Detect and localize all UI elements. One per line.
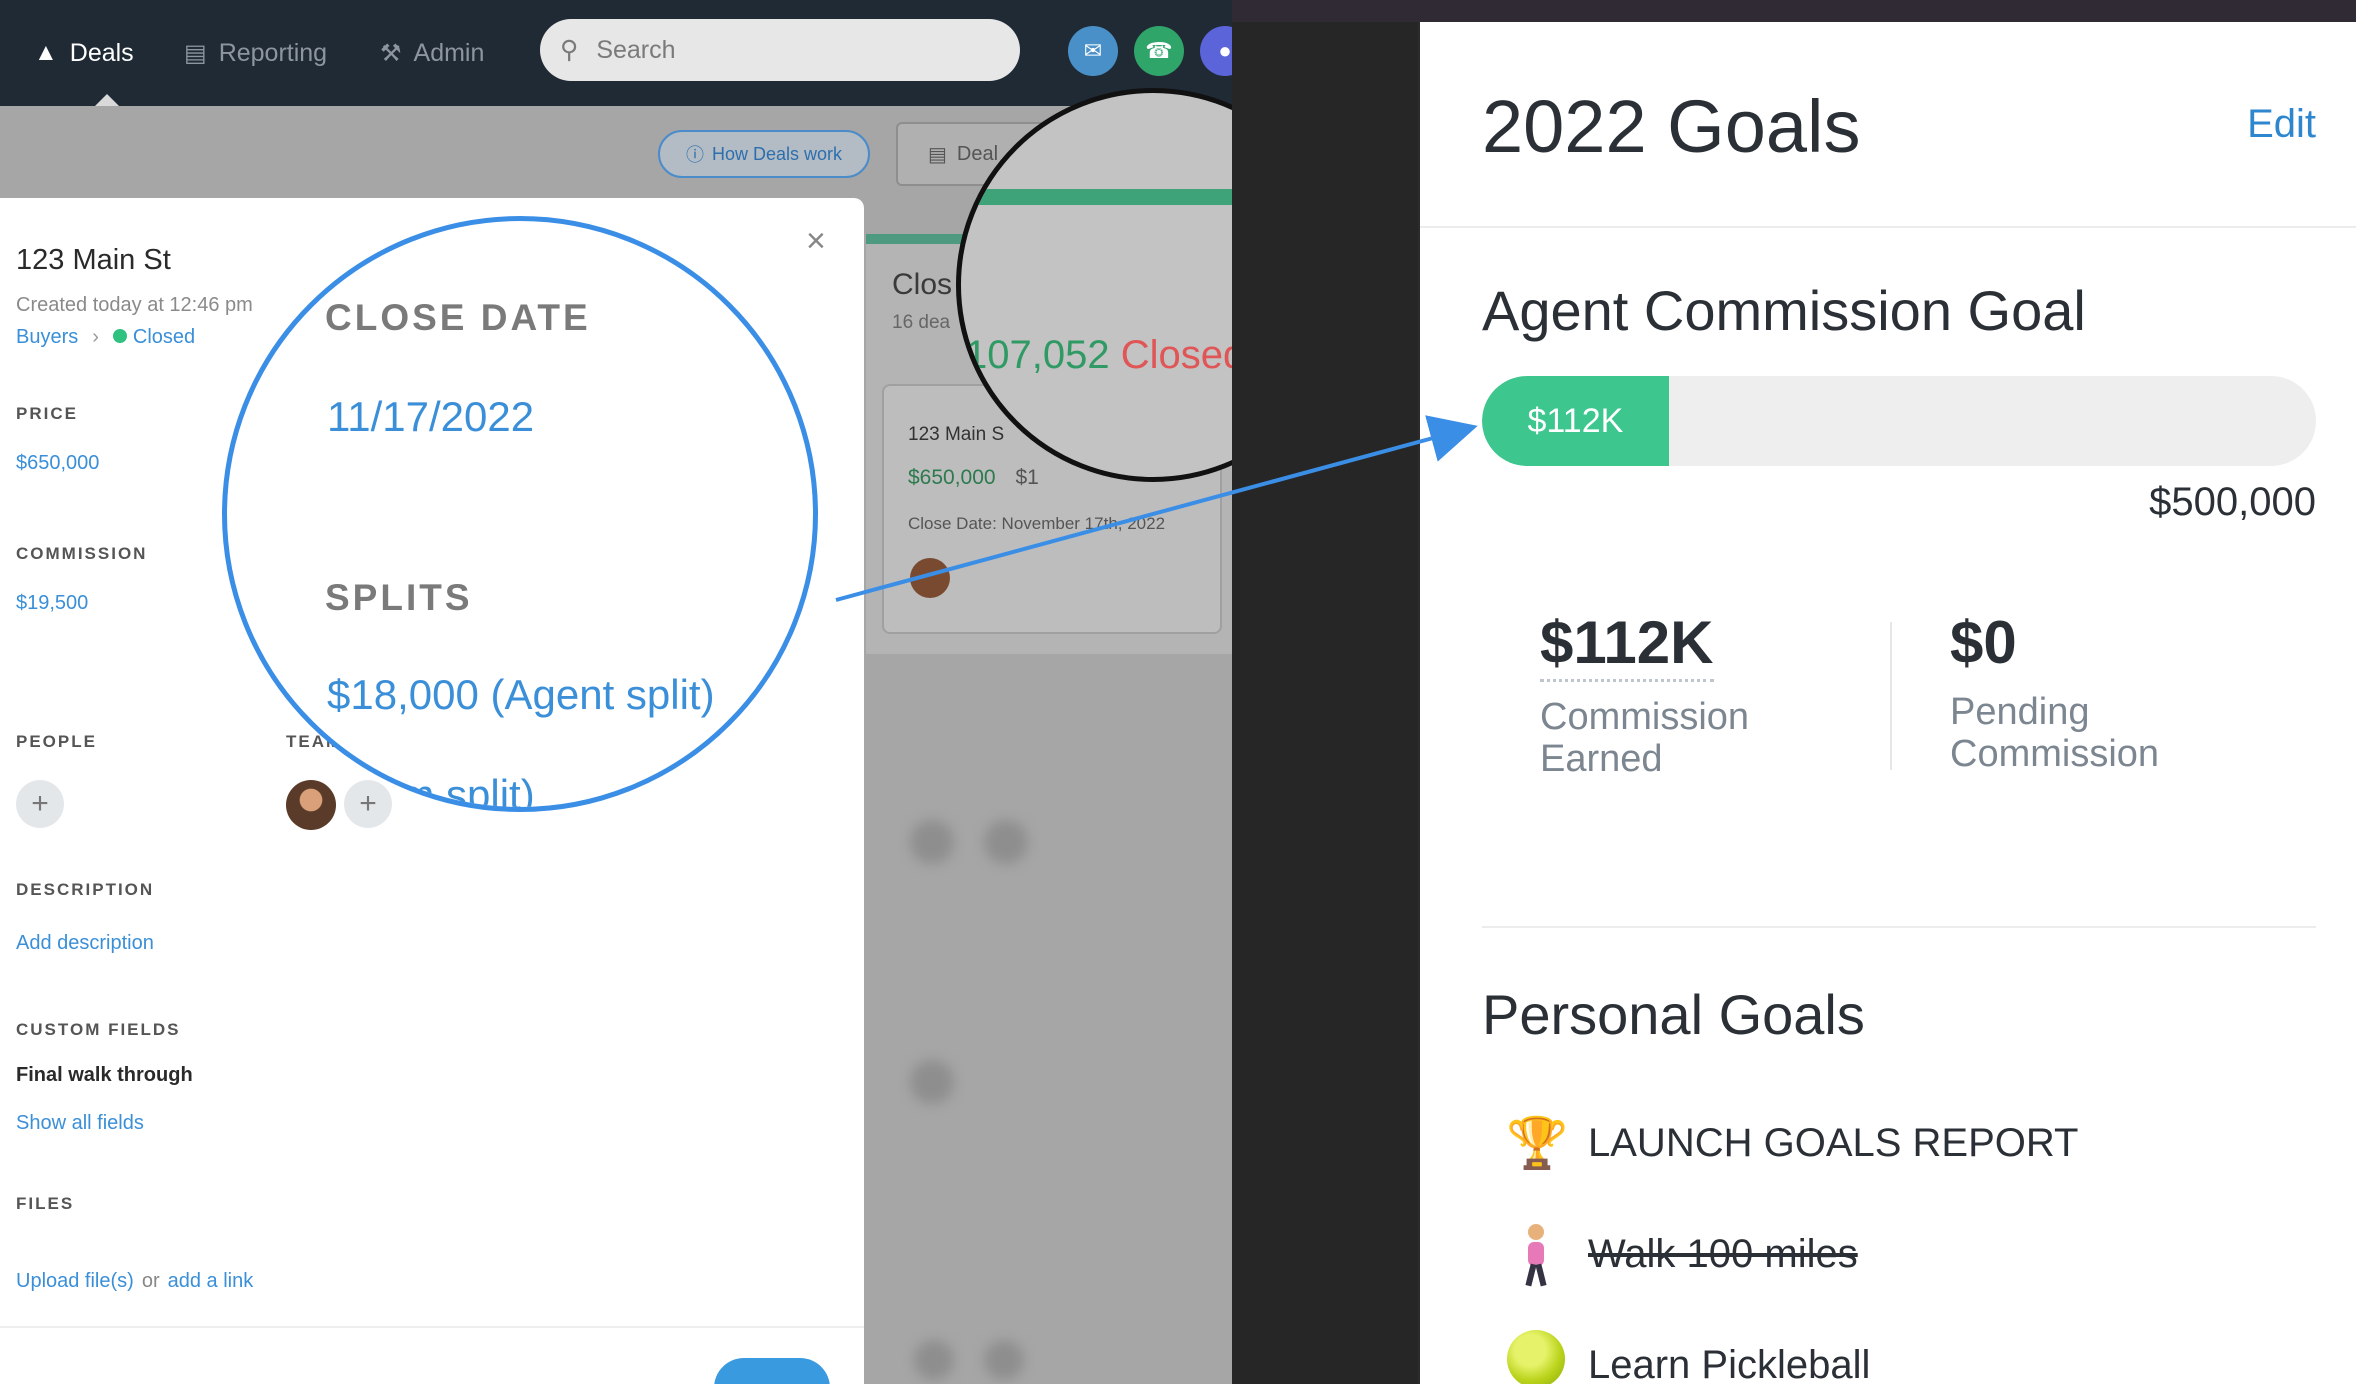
goal-label: LAUNCH GOALS REPORT — [1588, 1121, 2079, 1165]
price-label: PRICE — [16, 404, 78, 423]
search-input[interactable]: ⚲ Search — [540, 19, 1020, 81]
mail-icon[interactable]: ✉ — [1068, 26, 1118, 76]
deals-report-label: Deal — [956, 142, 999, 165]
tennis-ball-icon — [1506, 1330, 1566, 1384]
divider — [1482, 926, 2316, 928]
stage-link[interactable]: Closed — [112, 326, 195, 349]
column-count: 16 dea — [892, 312, 951, 333]
goal-label: Walk 100 miles — [1588, 1231, 1858, 1276]
blurred-avatar — [914, 1340, 954, 1380]
nav-deals[interactable]: ▲ Deals — [34, 0, 134, 106]
commission-progress-bar: $112K — [1482, 376, 2316, 466]
divider — [1420, 226, 2356, 228]
blurred-avatar — [984, 820, 1028, 864]
avatar — [910, 558, 950, 598]
deal-title: 123 Main St — [16, 244, 171, 276]
closed-amount: 107,052 — [965, 333, 1110, 377]
goal-amount: $500,000 — [2149, 480, 2316, 524]
close-icon[interactable]: × — [806, 222, 826, 261]
how-deals-work-button[interactable]: ⓘ How Deals work — [658, 130, 870, 178]
blurred-avatar — [910, 1060, 954, 1104]
how-deals-work-label: How Deals work — [711, 143, 843, 164]
chart-icon: ▤ — [928, 143, 947, 166]
card-split: $1 — [1015, 466, 1039, 489]
chart-icon: ▤ — [184, 39, 207, 67]
close-date-value: 11/17/2022 — [327, 393, 535, 440]
show-all-fields-link[interactable]: Show all fields — [16, 1112, 144, 1135]
earned-label: Commission Earned — [1540, 696, 1750, 780]
stat-divider — [1890, 622, 1892, 770]
description-label: DESCRIPTION — [16, 880, 155, 899]
commission-value[interactable]: $19,500 — [16, 592, 88, 615]
window-titlebar — [1232, 0, 2356, 22]
save-button[interactable] — [714, 1358, 830, 1384]
files-actions: Upload file(s) or add a link — [16, 1270, 253, 1293]
custom-field-value: Final walk through — [16, 1064, 193, 1086]
people-label: PEOPLE — [16, 732, 97, 751]
search-icon: ⚲ — [560, 36, 579, 64]
pending-label: Pending Commission — [1950, 691, 2160, 775]
earned-value[interactable]: $112K — [1540, 608, 1714, 682]
card-title: 123 Main S — [908, 424, 1005, 445]
upload-files-link[interactable]: Upload file(s) — [16, 1270, 134, 1293]
pipeline-link[interactable]: Buyers — [16, 326, 78, 349]
column-title: Clos — [892, 268, 953, 301]
panel-footer-divider — [0, 1326, 864, 1328]
card-close-date: Close Date: November 17th, 2022 — [908, 514, 1166, 533]
close-date-label: CLOSE DATE — [325, 297, 591, 338]
info-icon: ⓘ — [685, 145, 704, 165]
nav-admin[interactable]: ⚒ Admin — [380, 0, 484, 106]
files-label: FILES — [16, 1194, 75, 1213]
agent-split-value: $18,000 (Agent split) — [327, 671, 715, 718]
commission-goal-title: Agent Commission Goal — [1482, 279, 2086, 342]
pending-value: $0 — [1950, 609, 2017, 676]
closed-total: 107,052 Closed — [965, 333, 1245, 378]
top-nav: ▲ Deals ▤ Reporting ⚒ Admin ⚲ Search ✉ ☎… — [0, 0, 1250, 107]
nav-deals-label: Deals — [69, 38, 134, 67]
walking-person-icon — [1506, 1222, 1566, 1287]
nav-reporting-label: Reporting — [218, 38, 328, 67]
closed-status: Closed — [1120, 333, 1246, 377]
goals-title: 2022 Goals — [1482, 85, 1861, 168]
edit-goals-link[interactable]: Edit — [2247, 102, 2316, 147]
add-description-link[interactable]: Add description — [16, 932, 154, 955]
nav-admin-label: Admin — [413, 38, 485, 67]
card-price: $650,000 $1 — [908, 466, 1039, 489]
progress-label: $112K — [1527, 401, 1624, 440]
commission-progress-fill: $112K — [1482, 376, 1669, 466]
phone-icon[interactable]: ☎ — [1134, 26, 1184, 76]
add-person-button[interactable]: + — [16, 780, 64, 828]
search-placeholder: Search — [596, 35, 676, 64]
blurred-avatar — [910, 820, 954, 864]
personal-goal-item[interactable]: Learn Pickleball — [1506, 1330, 1870, 1384]
blurred-avatar — [984, 1340, 1024, 1380]
splits-label: SPLITS — [325, 577, 473, 618]
nav-reporting[interactable]: ▤ Reporting — [184, 0, 327, 106]
window-gap — [1232, 0, 1418, 1384]
earned-stat: $112K Commission Earned — [1540, 608, 1749, 780]
personal-goal-item[interactable]: 🏆 LAUNCH GOALS REPORT — [1506, 1114, 2079, 1173]
trophy-icon: 🏆 — [1506, 1115, 1569, 1171]
chevron-right-icon: › — [92, 326, 99, 348]
price-value[interactable]: $650,000 — [16, 452, 99, 475]
add-link-link[interactable]: add a link — [168, 1270, 254, 1293]
goal-label: Learn Pickleball — [1588, 1342, 1871, 1384]
pending-stat: $0 Pending Commission — [1950, 608, 2159, 775]
magnifier-callout: CLOSE DATE 11/17/2022 SPLITS $18,000 (Ag… — [222, 216, 818, 812]
personal-goals-title: Personal Goals — [1482, 983, 1865, 1046]
custom-fields-label: CUSTOM FIELDS — [16, 1020, 181, 1039]
status-dot — [112, 329, 127, 343]
team-split-value: (team split) — [327, 771, 535, 812]
breadcrumb: Buyers › Closed — [16, 326, 195, 349]
personal-goal-item[interactable]: Walk 100 miles — [1506, 1222, 1858, 1287]
deal-created: Created today at 12:46 pm — [16, 294, 253, 316]
deals-icon: ▲ — [34, 39, 58, 66]
wrench-icon: ⚒ — [380, 39, 402, 67]
commission-label: COMMISSION — [16, 544, 148, 563]
goals-panel: 2022 Goals Edit Agent Commission Goal $1… — [1420, 22, 2356, 1384]
or-text: or — [141, 1270, 160, 1292]
